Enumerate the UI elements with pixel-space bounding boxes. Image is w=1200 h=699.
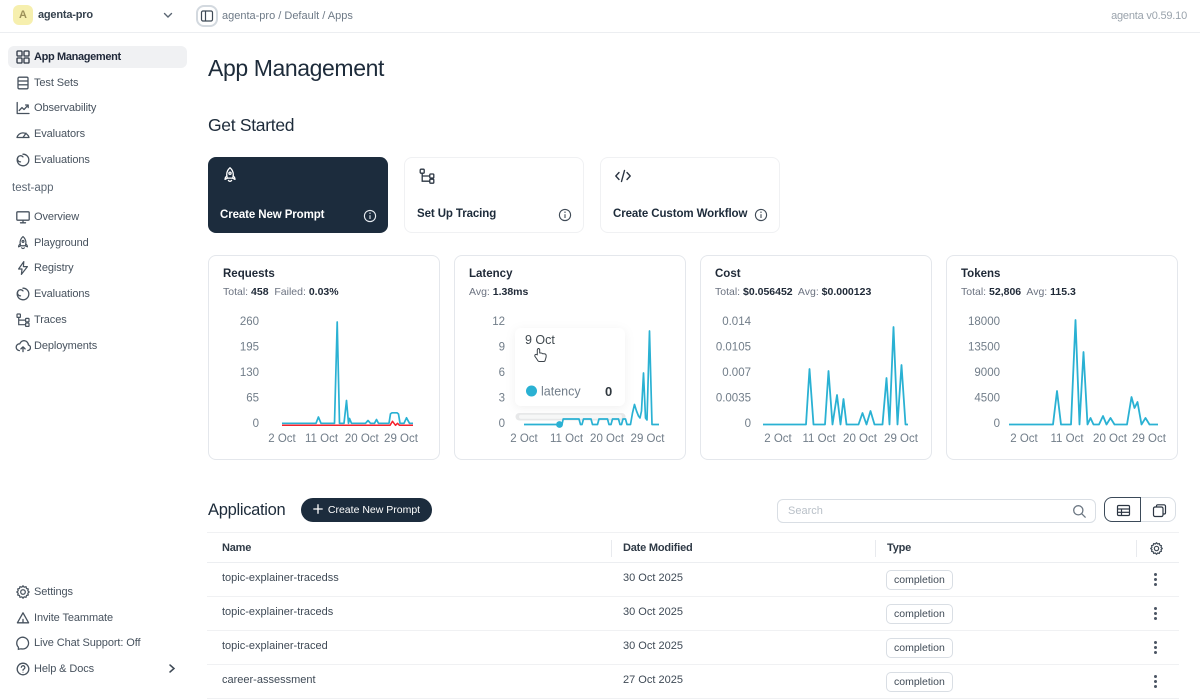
svg-text:0.007: 0.007 <box>722 367 751 379</box>
svg-text:3: 3 <box>499 393 505 405</box>
svg-text:0.014: 0.014 <box>722 316 751 328</box>
svg-text:2 Oct: 2 Oct <box>764 433 792 445</box>
svg-text:29 Oct: 29 Oct <box>884 433 919 445</box>
svg-text:65: 65 <box>246 393 259 405</box>
svg-text:9 Oct: 9 Oct <box>525 333 555 347</box>
svg-text:195: 195 <box>240 342 259 354</box>
svg-text:0.0035: 0.0035 <box>716 393 751 405</box>
svg-text:4500: 4500 <box>974 393 1000 405</box>
svg-text:2 Oct: 2 Oct <box>268 433 296 445</box>
svg-text:20 Oct: 20 Oct <box>843 433 878 445</box>
svg-text:2 Oct: 2 Oct <box>510 433 538 445</box>
svg-text:11 Oct: 11 Oct <box>802 433 836 445</box>
svg-text:29 Oct: 29 Oct <box>384 433 419 445</box>
svg-text:18000: 18000 <box>968 316 1000 328</box>
svg-text:12: 12 <box>492 316 505 328</box>
svg-text:29 Oct: 29 Oct <box>631 433 666 445</box>
svg-text:29 Oct: 29 Oct <box>1132 433 1167 445</box>
svg-text:20 Oct: 20 Oct <box>345 433 380 445</box>
svg-text:20 Oct: 20 Oct <box>1093 433 1128 445</box>
svg-text:260: 260 <box>240 316 259 328</box>
svg-text:0: 0 <box>745 418 751 430</box>
svg-text:11 Oct: 11 Oct <box>1050 433 1084 445</box>
svg-text:0: 0 <box>994 418 1000 430</box>
svg-text:11 Oct: 11 Oct <box>550 433 584 445</box>
svg-text:0: 0 <box>605 384 612 399</box>
svg-text:11 Oct: 11 Oct <box>305 433 339 445</box>
svg-text:9000: 9000 <box>974 367 1000 379</box>
svg-text:130: 130 <box>240 367 259 379</box>
svg-text:9: 9 <box>499 342 505 354</box>
svg-text:0: 0 <box>253 418 259 430</box>
svg-text:0.0105: 0.0105 <box>716 342 751 354</box>
svg-text:6: 6 <box>499 367 505 379</box>
svg-text:latency: latency <box>541 385 581 399</box>
svg-text:2 Oct: 2 Oct <box>1010 433 1038 445</box>
svg-text:20 Oct: 20 Oct <box>590 433 625 445</box>
svg-text:13500: 13500 <box>968 342 1000 354</box>
svg-text:0: 0 <box>499 418 505 430</box>
